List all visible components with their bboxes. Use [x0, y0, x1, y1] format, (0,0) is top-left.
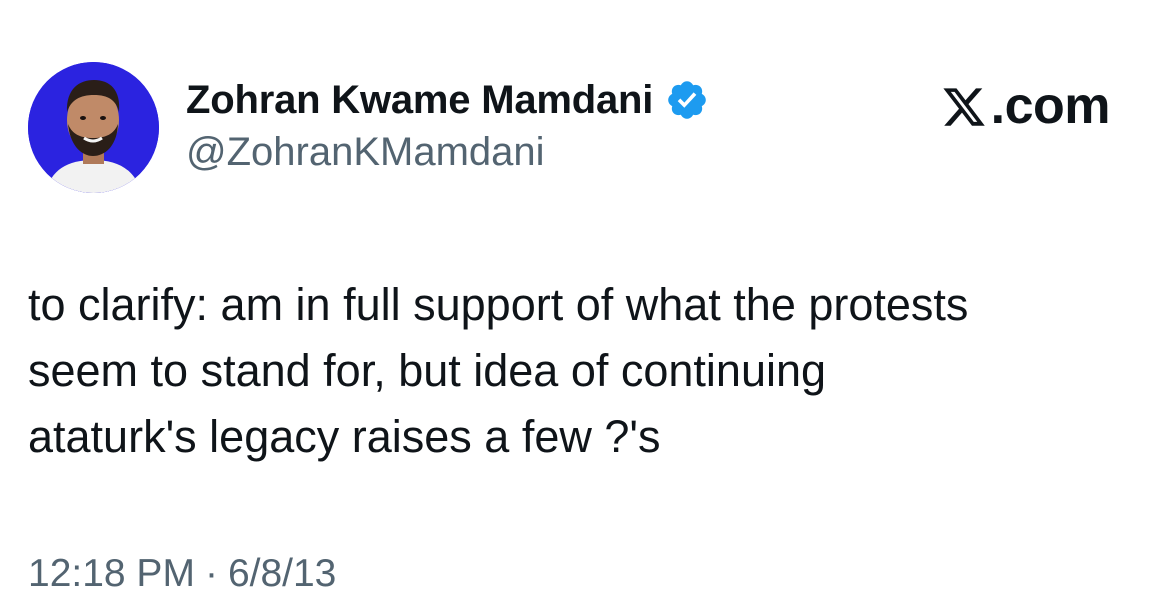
author-handle[interactable]: @ZohranKMamdani: [186, 130, 709, 175]
meta-separator: ·: [204, 552, 218, 595]
author-name-row: Zohran Kwame Mamdani: [186, 74, 709, 126]
tweet-date[interactable]: 6/8/13: [228, 552, 336, 595]
tweet-card: Zohran Kwame Mamdani @ZohranKMamdani .co…: [0, 0, 1170, 616]
tweet-time[interactable]: 12:18 PM: [28, 552, 195, 595]
avatar[interactable]: [28, 62, 159, 193]
avatar-portrait: [28, 62, 159, 193]
author-block: Zohran Kwame Mamdani @ZohranKMamdani: [186, 74, 709, 175]
verified-badge-icon: [665, 78, 709, 122]
author-name[interactable]: Zohran Kwame Mamdani: [186, 78, 653, 123]
tweet-text: to clarify: am in full support of what t…: [28, 279, 969, 462]
brand-label: .com: [990, 77, 1111, 135]
x-logo-icon: [941, 83, 987, 129]
tweet-meta: 12:18 PM · 6/8/13: [28, 552, 336, 596]
brand-watermark: .com: [941, 76, 1111, 136]
